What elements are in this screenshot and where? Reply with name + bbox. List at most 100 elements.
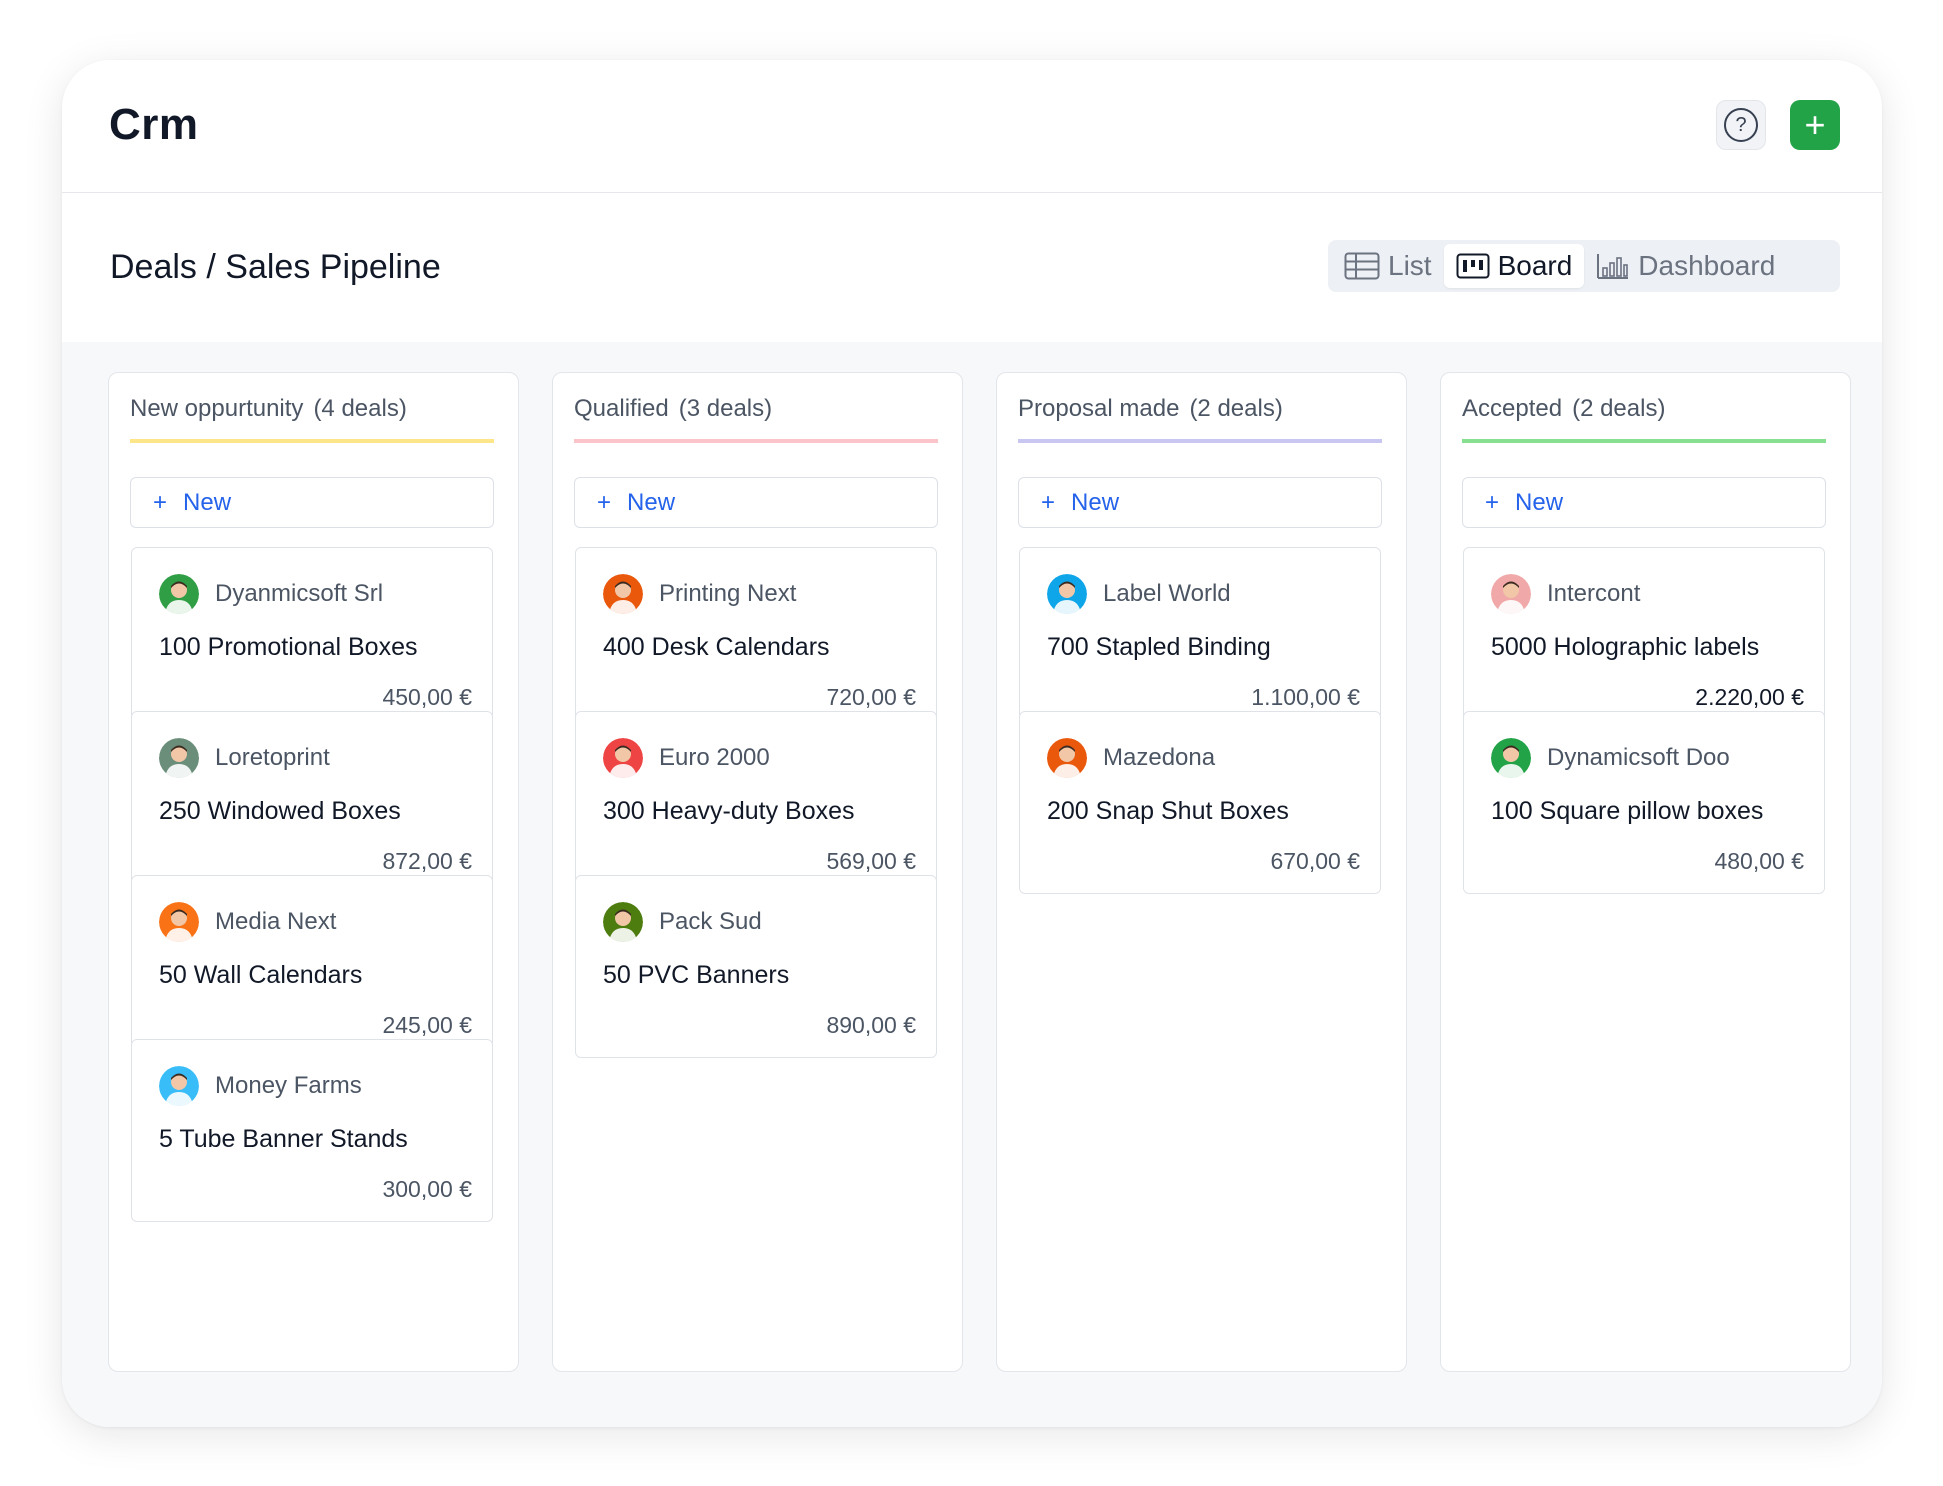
plus-icon: +: [1804, 104, 1826, 145]
deal-title: 5000 Holographic labels: [1491, 633, 1760, 661]
company-name: Loretoprint: [215, 744, 330, 771]
deal-card[interactable]: Printing Next 400 Desk Calendars 720,00 €: [575, 547, 937, 730]
deal-title: 100 Promotional Boxes: [159, 633, 418, 661]
deal-card[interactable]: Media Next 50 Wall Calendars 245,00 €: [131, 875, 493, 1058]
deal-amount: 720,00 €: [826, 684, 916, 710]
column-title: Accepted: [1462, 395, 1563, 422]
avatar: [1491, 574, 1531, 614]
plus-icon: +: [1041, 488, 1056, 516]
deal-card[interactable]: Label World 700 Stapled Binding 1.100,00 €: [1019, 547, 1381, 730]
column-deal-count: (4 deals): [313, 395, 407, 422]
breadcrumb: Deals / Sales Pipeline: [110, 248, 441, 286]
deal-title: 5 Tube Banner Stands: [159, 1125, 408, 1153]
avatar: [159, 1066, 199, 1106]
deal-title: 200 Snap Shut Boxes: [1047, 797, 1289, 825]
deal-amount: 1.100,00 €: [1251, 684, 1360, 710]
deal-amount: 300,00 €: [382, 1176, 472, 1202]
deal-amount: 2.220,00 €: [1695, 684, 1804, 710]
deal-card[interactable]: Euro 2000 300 Heavy-duty Boxes 569,00 €: [575, 711, 937, 894]
bar-chart-icon: [1597, 254, 1629, 279]
deal-title: 400 Desk Calendars: [603, 633, 830, 661]
column-header: Accepted (2 deals): [1462, 395, 1826, 443]
question-circle-icon: ?: [1724, 108, 1758, 142]
deal-card[interactable]: Dyanmicsoft Srl 100 Promotional Boxes 450,…: [131, 547, 493, 730]
company-name: Dynamicsoft Doo: [1547, 744, 1730, 771]
app-title: Crm: [109, 100, 199, 149]
deal-card[interactable]: Money Farms 5 Tube Banner Stands 300,00 €: [131, 1039, 493, 1222]
page-header: Deals / Sales Pipeline List Board Dashbo…: [62, 194, 1882, 342]
view-list-label: List: [1388, 250, 1432, 281]
deal-amount: 480,00 €: [1714, 848, 1804, 874]
column-title: Qualified: [574, 395, 669, 422]
company-name: Media Next: [215, 908, 337, 935]
company-name: Dyanmicsoft Srl: [215, 580, 384, 607]
avatar: [603, 738, 643, 778]
avatar: [159, 738, 199, 778]
new-deal-label: New: [1515, 488, 1564, 516]
plus-icon: +: [1485, 488, 1500, 516]
deal-amount: 569,00 €: [826, 848, 916, 874]
plus-icon: +: [597, 488, 612, 516]
column-title: New oppurtunity: [130, 395, 304, 422]
company-name: Mazedona: [1103, 744, 1216, 771]
deal-card[interactable]: Mazedona 200 Snap Shut Boxes 670,00 €: [1019, 711, 1381, 894]
view-dashboard-label: Dashboard: [1638, 250, 1776, 281]
new-deal-label: New: [627, 488, 676, 516]
pipeline-column: Qualified (3 deals) + New Printing Next 400 D…: [552, 372, 963, 1372]
column-header: New oppurtunity (4 deals): [130, 395, 494, 443]
deal-title: 50 PVC Banners: [603, 961, 790, 989]
deal-title: 50 Wall Calendars: [159, 961, 363, 989]
column-deal-count: (3 deals): [678, 395, 773, 422]
view-dashboard-button[interactable]: Dashboard: [1584, 244, 1787, 288]
new-deal-button[interactable]: + New: [1462, 477, 1826, 528]
avatar: [603, 574, 643, 614]
avatar: [1047, 574, 1087, 614]
help-button[interactable]: ?: [1716, 100, 1766, 150]
company-name: Label World: [1103, 580, 1231, 607]
avatar: [1491, 738, 1531, 778]
plus-icon: +: [153, 488, 168, 516]
deal-amount: 872,00 €: [382, 848, 472, 874]
column-header: Qualified (3 deals): [574, 395, 938, 443]
column-deal-count: (2 deals): [1572, 395, 1666, 422]
column-header: Proposal made (2 deals): [1018, 395, 1382, 443]
company-name: Pack Sud: [659, 908, 762, 935]
kanban-board: New oppurtunity (4 deals) + New Dyanmicsoft …: [62, 342, 1882, 1427]
company-name: Money Farms: [215, 1072, 362, 1099]
new-deal-button[interactable]: + New: [574, 477, 938, 528]
view-board-button[interactable]: Board: [1443, 244, 1585, 288]
view-list-button[interactable]: List: [1332, 244, 1444, 288]
new-deal-button[interactable]: + New: [130, 477, 494, 528]
company-name: Intercont: [1547, 580, 1641, 607]
deal-card[interactable]: Loretoprint 250 Windowed Boxes 872,00 €: [131, 711, 493, 894]
new-deal-button[interactable]: + New: [1018, 477, 1382, 528]
top-bar: Crm ? +: [62, 60, 1882, 193]
avatar: [603, 902, 643, 942]
company-name: Euro 2000: [659, 744, 770, 771]
avatar: [159, 574, 199, 614]
board-icon: [1456, 253, 1490, 279]
new-deal-label: New: [1071, 488, 1120, 516]
deal-amount: 450,00 €: [382, 684, 472, 710]
view-board-label: Board: [1497, 250, 1573, 281]
deal-card[interactable]: Pack Sud 50 PVC Banners 890,00 €: [575, 875, 937, 1058]
deal-card[interactable]: Intercont 5000 Holographic labels 2.220,00…: [1463, 547, 1825, 730]
pipeline-column: Proposal made (2 deals) + New Label World 700…: [996, 372, 1407, 1372]
table-icon: [1344, 252, 1380, 280]
deal-amount: 670,00 €: [1270, 848, 1360, 874]
deal-title: 700 Stapled Binding: [1047, 633, 1271, 661]
deal-amount: 245,00 €: [382, 1012, 472, 1038]
crm-window: Crm ? + Deals / Sales Pipeline List Boar…: [62, 60, 1882, 1427]
deal-title: 300 Heavy-duty Boxes: [603, 797, 855, 825]
pipeline-column: Accepted (2 deals) + New Intercont 5000 Holog…: [1440, 372, 1851, 1372]
deal-card[interactable]: Dynamicsoft Doo 100 Square pillow boxes 48…: [1463, 711, 1825, 894]
deal-title: 250 Windowed Boxes: [159, 797, 401, 825]
company-name: Printing Next: [659, 580, 797, 607]
new-deal-label: New: [183, 488, 232, 516]
deal-amount: 890,00 €: [826, 1012, 916, 1038]
add-button[interactable]: +: [1790, 100, 1840, 150]
view-switcher: List Board Dashboard: [1328, 240, 1840, 292]
deal-title: 100 Square pillow boxes: [1491, 797, 1764, 825]
avatar: [1047, 738, 1087, 778]
pipeline-column: New oppurtunity (4 deals) + New Dyanmicsoft …: [108, 372, 519, 1372]
